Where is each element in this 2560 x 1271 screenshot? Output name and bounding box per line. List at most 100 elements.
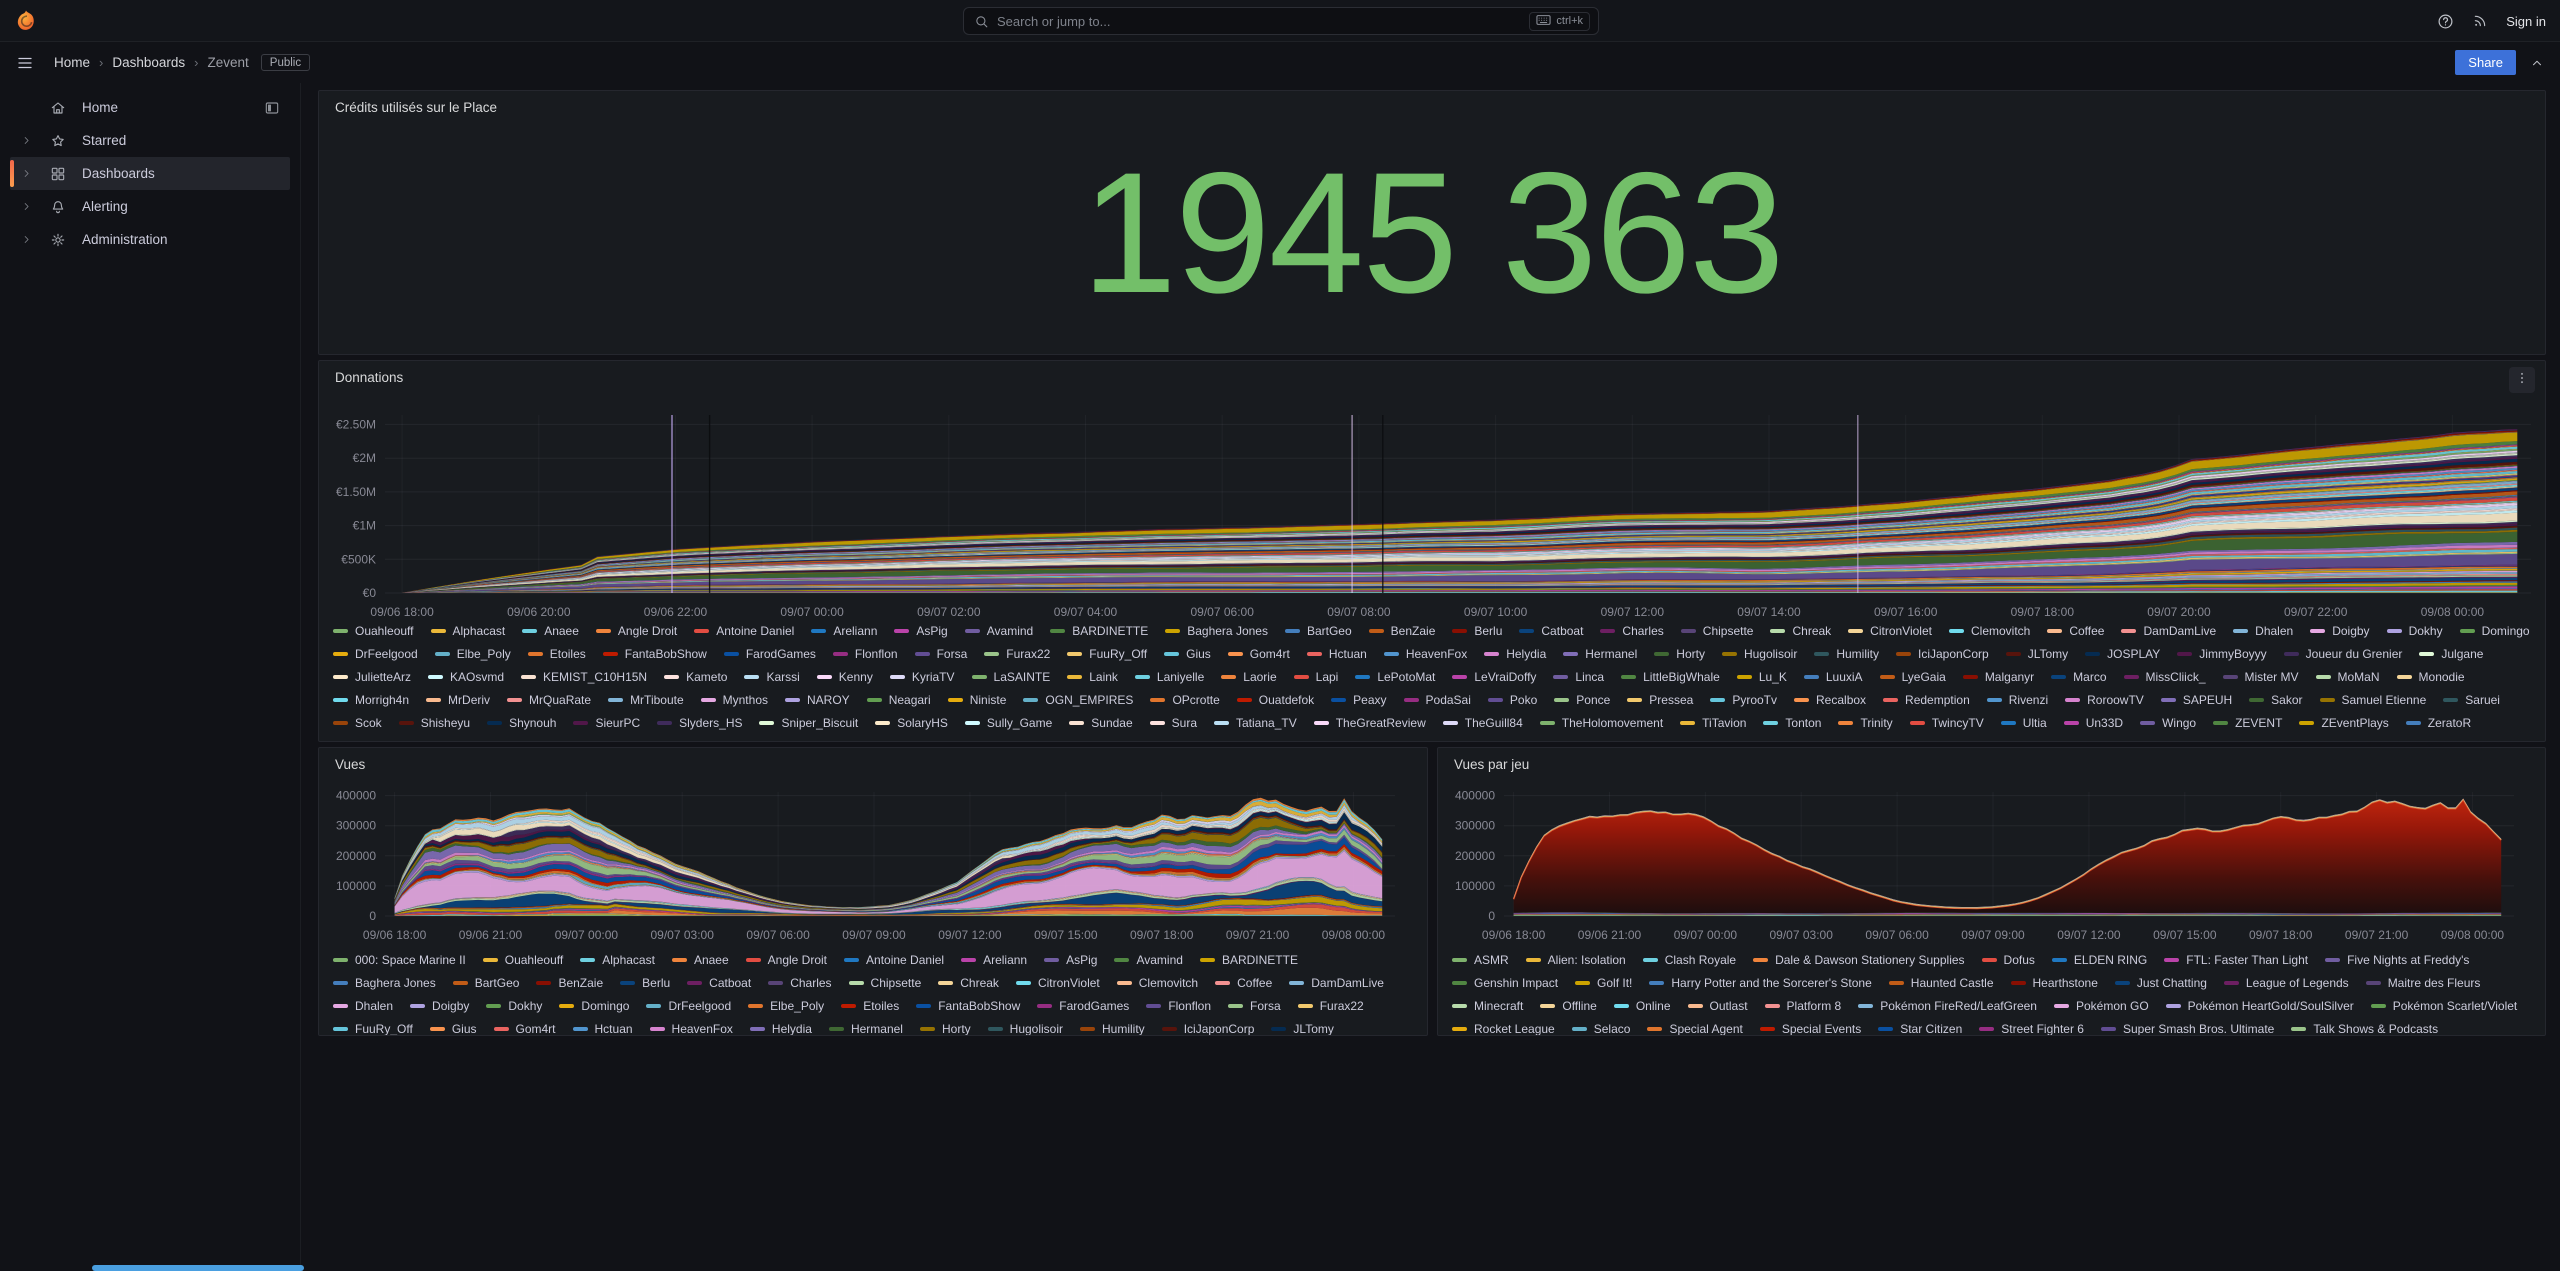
- legend-item[interactable]: haynetv: [553, 734, 617, 739]
- legend-item[interactable]: LaSAINTE: [972, 665, 1051, 688]
- legend-item[interactable]: Maitre des Fleurs: [2366, 971, 2481, 994]
- legend-item[interactable]: Street Fighter 6: [1979, 1017, 2084, 1035]
- legend-item[interactable]: Special Events: [1760, 1017, 1861, 1035]
- legend-item[interactable]: Clemovitch: [1949, 619, 2030, 642]
- legend-item[interactable]: Tatiana_TV: [1214, 711, 1297, 734]
- legend-item[interactable]: Slyders_HS: [657, 711, 742, 734]
- legend-item[interactable]: Peaxy: [1331, 688, 1386, 711]
- legend-item[interactable]: DrFeelgood: [646, 994, 731, 1017]
- legend-item[interactable]: Un33D: [2064, 711, 2123, 734]
- legend-item[interactable]: Platform 8: [1765, 994, 1842, 1017]
- legend-item[interactable]: Doigby: [2310, 619, 2369, 642]
- legend-item[interactable]: Charles: [1600, 619, 1663, 642]
- legend-item[interactable]: Recalbox: [1794, 688, 1866, 711]
- legend-item[interactable]: Furax22: [984, 642, 1050, 665]
- legend-item[interactable]: Humility: [1814, 642, 1879, 665]
- panel-title-vues[interactable]: Vues: [335, 757, 365, 772]
- sidebar-item-administration[interactable]: Administration: [10, 223, 290, 256]
- legend-item[interactable]: Just Chatting: [2115, 971, 2207, 994]
- panel-title-donnations[interactable]: Donnations: [335, 370, 403, 385]
- legend-item[interactable]: Samuel Etienne: [2320, 688, 2427, 711]
- legend-item[interactable]: Minecraft: [1452, 994, 1523, 1017]
- legend-item[interactable]: ZEVENT: [2213, 711, 2282, 734]
- legend-item[interactable]: Saruei: [2443, 688, 2500, 711]
- legend-item[interactable]: Sura: [1150, 711, 1197, 734]
- legend-item[interactable]: Coffee: [1215, 971, 1272, 994]
- legend-item[interactable]: JOSPLAY: [2085, 642, 2160, 665]
- legend-item[interactable]: Hugolisoir: [988, 1017, 1063, 1035]
- legend-item[interactable]: BartGeo: [1285, 619, 1352, 642]
- legend-item[interactable]: Berlu: [1452, 619, 1502, 642]
- news-rss-icon[interactable]: [2472, 13, 2488, 29]
- legend-item[interactable]: TheGreatReview: [1314, 711, 1426, 734]
- legend-item[interactable]: AsPig: [1044, 948, 1097, 971]
- legend-item[interactable]: Domingo: [2460, 619, 2530, 642]
- legend-item[interactable]: Wingo: [2140, 711, 2196, 734]
- chevron-right-icon[interactable]: [10, 201, 42, 212]
- legend-item[interactable]: ZEventPlays: [2299, 711, 2388, 734]
- legend-item[interactable]: Laink: [1067, 665, 1118, 688]
- legend-item[interactable]: Gius: [430, 1017, 477, 1035]
- legend-item[interactable]: Sakor: [2249, 688, 2302, 711]
- legend-item[interactable]: Golf It!: [1575, 971, 1632, 994]
- legend-item[interactable]: Alphacast: [431, 619, 506, 642]
- legend-item[interactable]: Morrigh4n: [333, 688, 409, 711]
- legend-item[interactable]: Furax22: [1298, 994, 1364, 1017]
- legend-item[interactable]: Selaco: [1572, 1017, 1631, 1035]
- legend-item[interactable]: Dhalen: [333, 994, 393, 1017]
- help-icon[interactable]: [2437, 13, 2454, 30]
- legend-item[interactable]: RoroowTV: [2065, 688, 2144, 711]
- legend-item[interactable]: Alphacast: [580, 948, 655, 971]
- legend-item[interactable]: Talk Shows & Podcasts: [2291, 1017, 2438, 1035]
- legend-item[interactable]: Flonflon: [1146, 994, 1211, 1017]
- chevron-right-icon[interactable]: [10, 234, 42, 245]
- legend-item[interactable]: IciJaponCorp: [1162, 1017, 1255, 1035]
- chevron-right-icon[interactable]: [10, 168, 42, 179]
- sidebar-item-dashboards[interactable]: Dashboards: [10, 157, 290, 190]
- breadcrumb-dashboards[interactable]: Dashboards: [112, 55, 185, 70]
- legend-item[interactable]: DrFeelgood: [333, 642, 418, 665]
- legend-item[interactable]: Avamind: [1114, 948, 1182, 971]
- panel-menu-button[interactable]: [2509, 367, 2535, 393]
- legend-item[interactable]: LePotoMat: [1355, 665, 1435, 688]
- legend-item[interactable]: MrDeriv: [426, 688, 490, 711]
- legend-item[interactable]: dofla: [488, 734, 536, 739]
- sidebar-item-home[interactable]: Home: [10, 91, 290, 124]
- legend-item[interactable]: PodaSai: [1404, 688, 1471, 711]
- legend-item[interactable]: SieurPC: [573, 711, 640, 734]
- legend-item[interactable]: Berlu: [620, 971, 670, 994]
- legend-item[interactable]: Hctuan: [1307, 642, 1367, 665]
- legend-item[interactable]: Baghera Jones: [1165, 619, 1268, 642]
- legend-item[interactable]: Niniste: [948, 688, 1007, 711]
- legend-item[interactable]: AsPig: [894, 619, 947, 642]
- donnations-chart[interactable]: €0€500K€1M€1.50M€2M€2.50M09/06 18:0009/0…: [327, 395, 2539, 619]
- legend-item[interactable]: Elbe_Poly: [748, 994, 824, 1017]
- legend-item[interactable]: Marco: [2051, 665, 2106, 688]
- legend-item[interactable]: Etoiles: [528, 642, 586, 665]
- legend-item[interactable]: JimmyBoyyy: [2177, 642, 2266, 665]
- legend-item[interactable]: FantaBobShow: [916, 994, 1020, 1017]
- legend-item[interactable]: LyeGaia: [1880, 665, 1946, 688]
- legend-item[interactable]: Horty: [1654, 642, 1705, 665]
- legend-item[interactable]: Pokémon FireRed/LeafGreen: [1858, 994, 2037, 1017]
- vues-par-jeu-chart[interactable]: 010000020000030000040000009/06 18:0009/0…: [1446, 778, 2540, 946]
- legend-item[interactable]: PyrooTv: [1710, 688, 1777, 711]
- panel-title-vues-par-jeu[interactable]: Vues par jeu: [1454, 757, 1529, 772]
- legend-item[interactable]: Hctuan: [573, 1017, 633, 1035]
- vues-chart[interactable]: 010000020000030000040000009/06 18:0009/0…: [327, 778, 1421, 946]
- legend-item[interactable]: Dofus: [1982, 948, 2035, 971]
- legend-item[interactable]: Five Nights at Freddy's: [2325, 948, 2469, 971]
- legend-item[interactable]: Redemption: [1883, 688, 1970, 711]
- legend-item[interactable]: 000: Space Marine II: [333, 948, 466, 971]
- legend-item[interactable]: Chipsette: [849, 971, 922, 994]
- legend-item[interactable]: NAROY: [785, 688, 850, 711]
- legend-item[interactable]: ZeratoR: [2406, 711, 2471, 734]
- legend-item[interactable]: Antoine Daniel: [844, 948, 944, 971]
- legend-item[interactable]: OGN_EMPIRES: [1023, 688, 1133, 711]
- legend-item[interactable]: HeavenFox: [650, 1017, 733, 1035]
- legend-item[interactable]: BenZaie: [1369, 619, 1436, 642]
- legend-item[interactable]: Kameto: [664, 665, 727, 688]
- legend-item[interactable]: Alien: Isolation: [1526, 948, 1626, 971]
- legend-item[interactable]: Joueur du Grenier: [2284, 642, 2403, 665]
- legend-item[interactable]: Dokhy: [486, 994, 542, 1017]
